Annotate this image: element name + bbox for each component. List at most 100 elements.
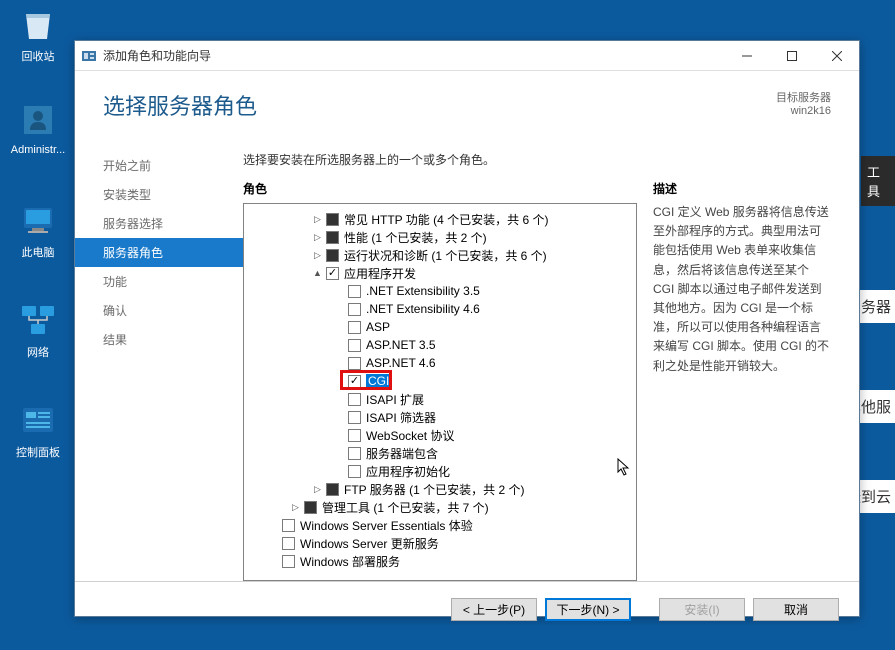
side-panel-tools[interactable]: 工具 (861, 156, 895, 206)
tree-row[interactable]: 服务器端包含 (248, 444, 632, 462)
tree-row[interactable]: ISAPI 扩展 (248, 390, 632, 408)
tree-label: 应用程序初始化 (366, 463, 450, 480)
tree-row[interactable]: Windows 部署服务 (248, 552, 632, 570)
wizard-window: 添加角色和功能向导 选择服务器角色 目标服务器 win2k16 开始之前安装类型… (74, 40, 860, 617)
desktop-icon-recycle[interactable]: 回收站 (4, 4, 72, 64)
checkbox[interactable] (304, 501, 317, 514)
tree-row[interactable]: ▷ FTP 服务器 (1 个已安装，共 2 个) (248, 480, 632, 498)
tree-label: CGI (366, 374, 391, 388)
checkbox[interactable] (326, 231, 339, 244)
tree-row[interactable]: .NET Extensibility 4.6 (248, 300, 632, 318)
minimize-button[interactable] (724, 41, 769, 70)
tree-row[interactable]: WebSocket 协议 (248, 426, 632, 444)
desktop-icon-admin[interactable]: Administr... (4, 100, 72, 156)
expand-icon (334, 412, 345, 423)
page-title: 选择服务器角色 (103, 89, 257, 121)
tree-row[interactable]: Windows Server Essentials 体验 (248, 516, 632, 534)
tree-row[interactable]: .NET Extensibility 3.5 (248, 282, 632, 300)
titlebar[interactable]: 添加角色和功能向导 (75, 41, 859, 71)
tree-row[interactable]: ASP (248, 318, 632, 336)
checkbox[interactable] (282, 537, 295, 550)
checkbox[interactable] (326, 213, 339, 226)
expand-icon (334, 340, 345, 351)
expand-icon[interactable]: ▷ (290, 502, 301, 513)
cancel-button[interactable]: 取消 (753, 598, 839, 621)
tree-row[interactable]: Windows Server 更新服务 (248, 534, 632, 552)
checkbox[interactable] (348, 411, 361, 424)
tree-row[interactable]: CGI (248, 372, 632, 390)
checkbox[interactable] (326, 249, 339, 262)
tree-label: 常见 HTTP 功能 (4 个已安装，共 6 个) (344, 211, 548, 228)
maximize-button[interactable] (769, 41, 814, 70)
roles-tree[interactable]: ▷ 常见 HTTP 功能 (4 个已安装，共 6 个)▷性能 (1 个已安装，共 … (243, 203, 637, 581)
checkbox[interactable] (348, 375, 361, 388)
expand-icon (334, 304, 345, 315)
nav-item[interactable]: 安装类型 (75, 180, 243, 209)
tree-row[interactable]: ▷管理工具 (1 个已安装，共 7 个) (248, 498, 632, 516)
tree-label: ISAPI 筛选器 (366, 409, 436, 426)
expand-icon (334, 358, 345, 369)
checkbox[interactable] (348, 465, 361, 478)
tree-label: WebSocket 协议 (366, 427, 454, 444)
checkbox[interactable] (326, 267, 339, 280)
checkbox[interactable] (348, 285, 361, 298)
expand-icon[interactable]: ▷ (312, 232, 323, 243)
tree-label: 运行状况和诊断 (1 个已安装，共 6 个) (344, 247, 547, 264)
close-button[interactable] (814, 41, 859, 70)
nav-item[interactable]: 服务器角色 (75, 238, 243, 267)
checkbox[interactable] (348, 429, 361, 442)
tree-row[interactable]: ISAPI 筛选器 (248, 408, 632, 426)
target-server: 目标服务器 win2k16 (776, 89, 831, 117)
tree-label: ASP.NET 4.6 (366, 356, 436, 370)
desktop-icon-computer[interactable]: 此电脑 (4, 200, 72, 260)
expand-icon (268, 556, 279, 567)
tree-label: FTP 服务器 (1 个已安装，共 2 个) (344, 481, 524, 498)
checkbox[interactable] (326, 483, 339, 496)
expand-icon (334, 376, 345, 387)
expand-icon (334, 394, 345, 405)
tree-label: Windows Server Essentials 体验 (300, 517, 473, 534)
tree-row[interactable]: ▲ 应用程序开发 (248, 264, 632, 282)
nav-item[interactable]: 结果 (75, 325, 243, 354)
next-button[interactable]: 下一步(N) > (545, 598, 631, 621)
prev-button[interactable]: < 上一步(P) (451, 598, 537, 621)
expand-icon[interactable]: ▷ (312, 214, 323, 225)
checkbox[interactable] (282, 555, 295, 568)
expand-icon[interactable]: ▷ (312, 484, 323, 495)
checkbox[interactable] (348, 321, 361, 334)
app-icon (81, 48, 97, 64)
nav-item[interactable]: 功能 (75, 267, 243, 296)
desktop-icon-label: 此电脑 (4, 244, 72, 260)
tree-row[interactable]: ▷ 运行状况和诊断 (1 个已安装，共 6 个) (248, 246, 632, 264)
tree-label: Windows Server 更新服务 (300, 535, 439, 552)
checkbox[interactable] (348, 357, 361, 370)
expand-icon[interactable]: ▷ (312, 250, 323, 261)
checkbox[interactable] (348, 339, 361, 352)
tree-row[interactable]: ▷ 常见 HTTP 功能 (4 个已安装，共 6 个) (248, 210, 632, 228)
desktop-icon-control[interactable]: 控制面板 (4, 400, 72, 460)
desktop-icon-network[interactable]: 网络 (4, 300, 72, 360)
tree-row[interactable]: ASP.NET 4.6 (248, 354, 632, 372)
checkbox[interactable] (282, 519, 295, 532)
install-button[interactable]: 安装(I) (659, 598, 745, 621)
tree-row[interactable]: ASP.NET 3.5 (248, 336, 632, 354)
desktop-icon-label: 回收站 (4, 48, 72, 64)
tree-row[interactable]: ▷性能 (1 个已安装，共 2 个) (248, 228, 632, 246)
nav-item[interactable]: 开始之前 (75, 151, 243, 180)
desc-label: 描述 (653, 180, 831, 197)
nav-item[interactable]: 服务器选择 (75, 209, 243, 238)
tree-label: 应用程序开发 (344, 265, 416, 282)
expand-icon (268, 538, 279, 549)
wizard-nav: 开始之前安装类型服务器选择服务器角色功能确认结果 (75, 141, 243, 581)
expand-icon[interactable]: ▲ (312, 268, 323, 279)
tree-row[interactable]: 应用程序初始化 (248, 462, 632, 480)
tree-label: .NET Extensibility 4.6 (366, 302, 480, 316)
expand-icon (268, 520, 279, 531)
desktop-icon-label: Administr... (4, 144, 72, 156)
checkbox[interactable] (348, 447, 361, 460)
nav-item[interactable]: 确认 (75, 296, 243, 325)
desktop-icon-label: 网络 (4, 344, 72, 360)
checkbox[interactable] (348, 393, 361, 406)
checkbox[interactable] (348, 303, 361, 316)
expand-icon (334, 448, 345, 459)
